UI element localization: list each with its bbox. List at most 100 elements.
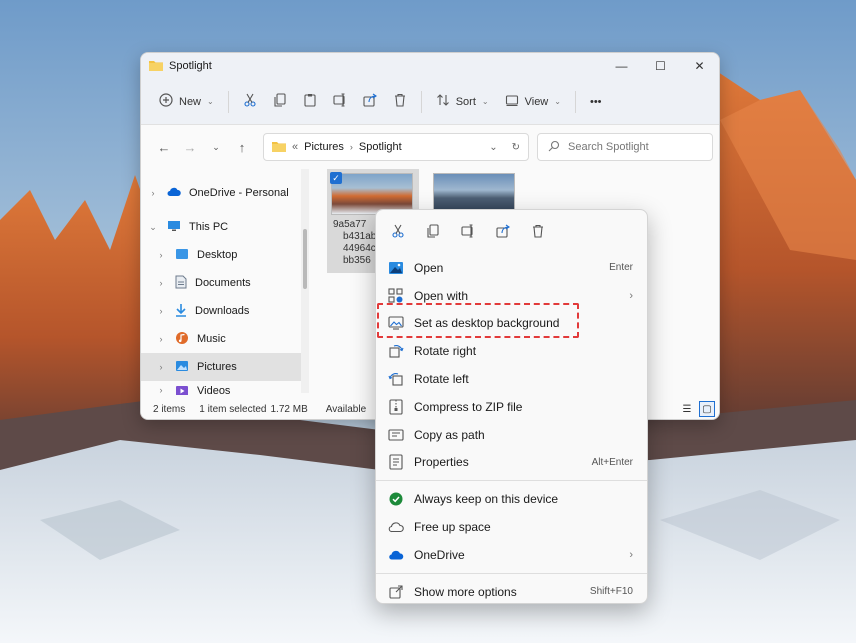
- context-menu: Open Enter Open with › Set as desktop ba…: [375, 209, 648, 604]
- breadcrumb-pictures[interactable]: Pictures: [304, 141, 344, 153]
- menu-item-properties[interactable]: Properties Alt+Enter: [376, 449, 647, 477]
- back-arrow-icon[interactable]: ←: [151, 134, 177, 160]
- menu-item-always-keep-on-device[interactable]: Always keep on this device: [376, 485, 647, 513]
- details-view-icon[interactable]: ☰: [679, 401, 695, 417]
- breadcrumb-overflow[interactable]: «: [292, 141, 298, 153]
- nav-item-label: OneDrive - Personal: [189, 187, 289, 199]
- copy-button[interactable]: [265, 90, 295, 114]
- minimize-button[interactable]: —: [602, 53, 641, 79]
- scrollbar-thumb[interactable]: [303, 229, 307, 289]
- breadcrumb-spotlight[interactable]: Spotlight: [359, 141, 402, 153]
- share-button[interactable]: [487, 217, 518, 247]
- menu-item-compress-to-zip[interactable]: Compress to ZIP file: [376, 393, 647, 421]
- menu-divider: [376, 480, 647, 482]
- shortcut-label: Shift+F10: [589, 586, 633, 598]
- address-bar[interactable]: « Pictures › Spotlight ⌄ ↻: [263, 133, 529, 161]
- nav-item-label: Documents: [195, 277, 251, 289]
- menu-item-label: Rotate left: [414, 372, 469, 387]
- search-placeholder: Search Spotlight: [568, 141, 649, 153]
- chevron-right-icon[interactable]: ›: [155, 250, 167, 260]
- chevron-right-icon[interactable]: ›: [155, 334, 167, 344]
- rename-button[interactable]: [452, 217, 483, 247]
- menu-divider: [376, 572, 647, 574]
- zip-icon: [386, 397, 406, 417]
- chevron-right-icon[interactable]: ›: [155, 306, 167, 316]
- delete-button[interactable]: [522, 217, 553, 247]
- chevron-down-icon: ⌄: [481, 97, 489, 106]
- menu-item-free-up-space[interactable]: Free up space: [376, 513, 647, 541]
- maximize-button[interactable]: ☐: [641, 53, 680, 79]
- forward-arrow-icon[interactable]: →: [177, 134, 203, 160]
- menu-item-label: Rotate right: [414, 344, 477, 359]
- menu-item-copy-as-path[interactable]: Copy as path: [376, 421, 647, 449]
- checkbox-checked-icon[interactable]: ✓: [330, 172, 342, 184]
- chevron-right-icon[interactable]: ›: [155, 385, 167, 395]
- nav-item-pictures[interactable]: › Pictures: [141, 353, 309, 381]
- menu-item-onedrive[interactable]: OneDrive ›: [376, 541, 647, 569]
- refresh-icon[interactable]: ↻: [512, 142, 520, 153]
- close-button[interactable]: ✕: [680, 53, 719, 79]
- nav-item-label: Desktop: [197, 249, 238, 261]
- plus-circle-icon: [159, 93, 173, 110]
- chevron-down-icon[interactable]: ⌄: [489, 142, 497, 153]
- videos-icon: [175, 385, 189, 395]
- menu-item-label: OneDrive: [414, 547, 465, 562]
- copy-button[interactable]: [417, 217, 448, 247]
- cut-button[interactable]: [382, 217, 413, 247]
- delete-button[interactable]: [385, 90, 415, 114]
- chevron-right-icon[interactable]: ›: [155, 362, 167, 372]
- nav-item-documents[interactable]: › Documents: [141, 269, 309, 297]
- nav-item-label: Pictures: [197, 361, 237, 373]
- selection-info: 1 item selected: [199, 403, 267, 415]
- share-button[interactable]: [355, 90, 385, 114]
- download-icon: [175, 303, 187, 320]
- nav-item-videos[interactable]: › Videos: [141, 381, 309, 395]
- new-button[interactable]: New ⌄: [151, 89, 222, 114]
- chevron-right-icon[interactable]: ›: [147, 188, 159, 198]
- nav-item-downloads[interactable]: › Downloads: [141, 297, 309, 325]
- onedrive-icon: [386, 545, 406, 565]
- recent-chevron-icon[interactable]: ⌄: [203, 134, 229, 160]
- menu-item-label: Show more options: [414, 584, 517, 599]
- copy-icon: [273, 93, 287, 110]
- quick-actions-row: [376, 210, 647, 254]
- up-arrow-icon[interactable]: ↑: [229, 134, 255, 160]
- chevron-right-icon[interactable]: ›: [155, 278, 167, 288]
- search-box[interactable]: Search Spotlight: [537, 133, 713, 161]
- nav-item-onedrive[interactable]: › OneDrive - Personal: [141, 179, 309, 207]
- view-icon: [505, 93, 519, 110]
- menu-item-show-more-options[interactable]: Show more options Shift+F10: [376, 578, 647, 606]
- menu-item-rotate-left[interactable]: Rotate left: [376, 365, 647, 393]
- view-button[interactable]: View ⌄: [497, 89, 569, 114]
- divider: [227, 90, 229, 113]
- sort-button[interactable]: Sort ⌄: [428, 89, 497, 114]
- nav-item-music[interactable]: › Music: [141, 325, 309, 353]
- music-icon: [175, 331, 189, 348]
- cloud-icon: [167, 187, 181, 200]
- large-icons-view-icon[interactable]: ▢: [699, 401, 715, 417]
- cut-button[interactable]: [235, 90, 265, 114]
- menu-item-open[interactable]: Open Enter: [376, 254, 647, 282]
- chevron-down-icon[interactable]: ⌄: [147, 222, 159, 233]
- chevron-right-icon: ›: [629, 289, 633, 302]
- nav-item-label: Videos: [197, 385, 231, 395]
- view-label: View: [524, 95, 549, 108]
- divider: [574, 90, 576, 113]
- nav-item-label: This PC: [189, 221, 229, 233]
- sort-label: Sort: [455, 95, 476, 108]
- scissors-icon: [391, 224, 405, 241]
- availability-status: Available: [325, 403, 367, 415]
- paste-icon: [303, 93, 317, 110]
- rename-icon: [333, 93, 347, 110]
- menu-item-rotate-right[interactable]: Rotate right: [376, 337, 647, 365]
- chevron-down-icon: ⌄: [207, 97, 214, 106]
- folder-icon: [149, 59, 163, 74]
- more-options-button[interactable]: •••: [582, 92, 610, 112]
- nav-item-this-pc[interactable]: ⌄ This PC: [141, 213, 309, 241]
- rename-button[interactable]: [325, 90, 355, 114]
- nav-scrollbar[interactable]: [301, 169, 309, 393]
- paste-button[interactable]: [295, 90, 325, 114]
- rename-icon: [460, 223, 475, 241]
- nav-item-desktop[interactable]: › Desktop: [141, 241, 309, 269]
- image-icon: [386, 258, 406, 278]
